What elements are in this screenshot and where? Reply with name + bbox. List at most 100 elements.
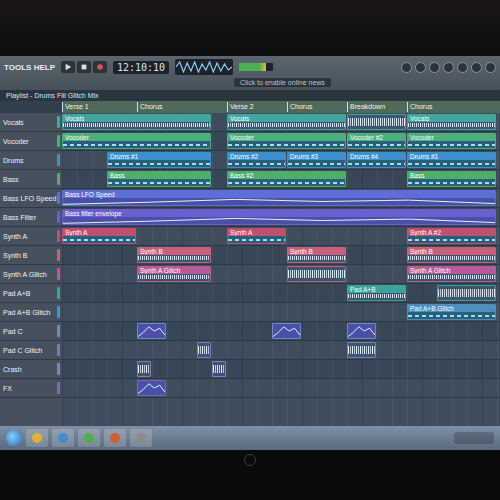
track-header[interactable]: Bass LFO Speed bbox=[0, 189, 62, 207]
clip-content bbox=[408, 160, 495, 167]
track-lane[interactable]: Bass Bass #2 Bass bbox=[62, 170, 500, 188]
clip[interactable]: Pad A+B bbox=[347, 285, 406, 301]
tool-button[interactable] bbox=[401, 62, 412, 73]
clip[interactable]: Synth A Glitch bbox=[407, 266, 496, 282]
clip[interactable] bbox=[137, 323, 166, 339]
clip[interactable]: Synth B bbox=[407, 247, 496, 263]
track-lane[interactable]: Pad A+B Glitch bbox=[62, 303, 500, 321]
clip[interactable]: Vocoder bbox=[62, 133, 211, 149]
clip[interactable]: Synth A Glitch bbox=[137, 266, 211, 282]
clip[interactable]: Bass bbox=[107, 171, 211, 187]
clip[interactable] bbox=[347, 323, 376, 339]
clip[interactable]: Drums #2 bbox=[227, 152, 286, 168]
taskbar-app-icon[interactable] bbox=[26, 429, 48, 447]
clip-label: Synth A bbox=[228, 229, 285, 236]
clip[interactable] bbox=[137, 380, 166, 396]
clip[interactable]: Synth A bbox=[227, 228, 286, 244]
clip[interactable] bbox=[347, 114, 406, 130]
track-header[interactable]: Pad A+B Glitch bbox=[0, 303, 62, 321]
track-lane[interactable] bbox=[62, 322, 500, 340]
track-header[interactable]: Bass bbox=[0, 170, 62, 188]
track-lane[interactable]: Synth B Synth B Synth B bbox=[62, 246, 500, 264]
track-lane[interactable] bbox=[62, 341, 500, 359]
clip[interactable] bbox=[197, 342, 211, 358]
track-lane[interactable] bbox=[62, 379, 500, 397]
track-header[interactable]: Bass Filter bbox=[0, 208, 62, 226]
track-lane[interactable]: Synth A Glitch Synth A Glitch bbox=[62, 265, 500, 283]
taskbar-app-icon[interactable] bbox=[52, 429, 74, 447]
track-lane[interactable]: Drums #1 Drums #2 Drums #3 Drums #4 Drum… bbox=[62, 151, 500, 169]
tool-button[interactable] bbox=[415, 62, 426, 73]
track-lane[interactable]: Pad A+B bbox=[62, 284, 500, 302]
clip-label: Vocals bbox=[63, 115, 210, 122]
tool-button[interactable] bbox=[485, 62, 496, 73]
time-marker[interactable]: Breakdown bbox=[347, 102, 387, 112]
time-marker[interactable]: Chorus bbox=[407, 102, 435, 112]
track-header[interactable]: Pad C Glitch bbox=[0, 341, 62, 359]
taskbar-app-icon[interactable] bbox=[78, 429, 100, 447]
track-header[interactable]: Synth A Glitch bbox=[0, 265, 62, 283]
track-header[interactable]: Vocoder bbox=[0, 132, 62, 150]
clip[interactable]: Synth A bbox=[62, 228, 136, 244]
clip[interactable]: Synth B bbox=[137, 247, 211, 263]
track-lane[interactable] bbox=[62, 360, 500, 378]
clip[interactable] bbox=[137, 361, 151, 377]
clip[interactable] bbox=[212, 361, 226, 377]
clip[interactable]: Bass #2 bbox=[227, 171, 346, 187]
track-header[interactable]: FX bbox=[0, 379, 62, 397]
track-color bbox=[57, 344, 60, 356]
clip[interactable]: Synth A #2 bbox=[407, 228, 496, 244]
track-color bbox=[57, 325, 60, 337]
clip[interactable]: Vocoder bbox=[407, 133, 496, 149]
menu-bar[interactable]: TOOLS HELP bbox=[4, 63, 55, 72]
time-marker[interactable]: Chorus bbox=[137, 102, 165, 112]
play-button[interactable] bbox=[61, 61, 75, 73]
track-lane[interactable]: Bass LFO Speed bbox=[62, 189, 500, 207]
track-lane[interactable]: Vocals Vocals Vocals bbox=[62, 113, 500, 131]
track-header[interactable]: Pad A+B bbox=[0, 284, 62, 302]
clip[interactable]: Bass filter envelope bbox=[62, 209, 496, 225]
timeline-ruler[interactable]: Verse 1 Chorus Verse 2 Chorus Breakdown Choru… bbox=[62, 101, 500, 113]
track-header[interactable]: Pad C bbox=[0, 322, 62, 340]
clip[interactable]: Bass bbox=[407, 171, 496, 187]
clip[interactable]: Synth B bbox=[287, 247, 346, 263]
taskbar-app-icon[interactable] bbox=[104, 429, 126, 447]
track-lane[interactable]: Synth A Synth A Synth A #2 bbox=[62, 227, 500, 245]
clip[interactable]: Vocals bbox=[62, 114, 211, 130]
clip[interactable]: Drums #3 bbox=[287, 152, 346, 168]
tool-button[interactable] bbox=[443, 62, 454, 73]
clip[interactable]: Pad A+B Glitch bbox=[407, 304, 496, 320]
track-lane[interactable]: Vocoder Vocoder Vocoder #2 Vocoder bbox=[62, 132, 500, 150]
clip[interactable]: Drums #4 bbox=[347, 152, 406, 168]
oscilloscope bbox=[175, 59, 233, 75]
clip[interactable]: Drums #1 bbox=[107, 152, 211, 168]
time-marker[interactable]: Verse 2 bbox=[227, 102, 256, 112]
clip[interactable]: Vocoder bbox=[227, 133, 346, 149]
stop-button[interactable] bbox=[77, 61, 91, 73]
time-marker[interactable]: Chorus bbox=[287, 102, 315, 112]
clip[interactable] bbox=[437, 285, 496, 301]
clip[interactable] bbox=[287, 266, 346, 282]
track-header[interactable]: Synth A bbox=[0, 227, 62, 245]
clip[interactable]: Vocals bbox=[227, 114, 346, 130]
clip[interactable] bbox=[347, 342, 376, 358]
track-header[interactable]: Vocals bbox=[0, 113, 62, 131]
tool-button[interactable] bbox=[429, 62, 440, 73]
taskbar-app-icon[interactable] bbox=[130, 429, 152, 447]
clip[interactable]: Vocoder #2 bbox=[347, 133, 406, 149]
start-icon[interactable] bbox=[6, 430, 22, 446]
time-marker[interactable]: Verse 1 bbox=[62, 102, 91, 112]
clip[interactable] bbox=[272, 323, 301, 339]
track-header[interactable]: Synth B bbox=[0, 246, 62, 264]
tool-button[interactable] bbox=[457, 62, 468, 73]
clip[interactable]: Drums #1 bbox=[407, 152, 496, 168]
track-lane[interactable]: Bass filter envelope bbox=[62, 208, 500, 226]
clip[interactable]: Vocals bbox=[407, 114, 496, 130]
clip[interactable]: Bass LFO Speed bbox=[62, 190, 496, 206]
track-header[interactable]: Drums bbox=[0, 151, 62, 169]
record-button[interactable] bbox=[93, 61, 107, 73]
clip-label: Drums #2 bbox=[228, 153, 285, 160]
news-field[interactable]: Click to enable online news bbox=[234, 78, 331, 87]
track-header[interactable]: Crash bbox=[0, 360, 62, 378]
tool-button[interactable] bbox=[471, 62, 482, 73]
